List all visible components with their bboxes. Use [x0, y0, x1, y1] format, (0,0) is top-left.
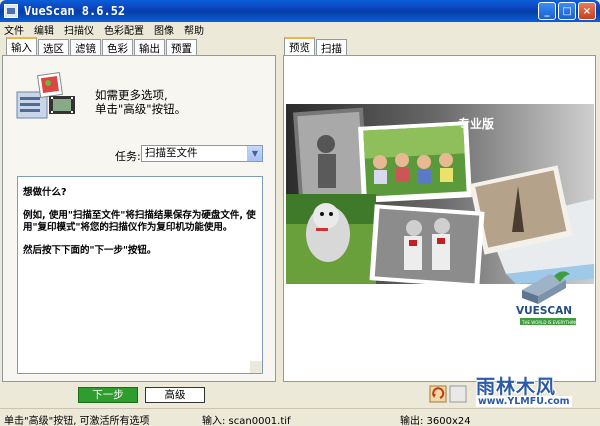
left-tab-strip: 输入 选区 滤镜 色彩 输出 预置 [6, 37, 198, 55]
edition-label: 专业版 [458, 116, 494, 131]
resize-grip [250, 361, 262, 373]
menu-image[interactable]: 图像 [154, 22, 174, 37]
menu-edit[interactable]: 编辑 [34, 22, 54, 37]
preview-panel: 专业版 VUESCAN THE WORLD IS EVERYTHING [283, 55, 596, 382]
task-select[interactable]: 扫描至文件 ▼ [141, 145, 263, 162]
help-paragraph-3: 然后按下下面的"下一步"按钮。 [23, 245, 157, 256]
maximize-button[interactable]: □ [558, 2, 576, 20]
title-bar: VueScan 8.6.52 _ □ × [0, 0, 600, 22]
right-tab-strip: 预览 扫描 [284, 37, 348, 55]
chevron-down-icon[interactable]: ▼ [247, 146, 262, 161]
minimize-button[interactable]: _ [538, 2, 556, 20]
advanced-hint: 如需更多选项, 单击"高级"按钮。 [95, 88, 265, 116]
options-panel: 如需更多选项, 单击"高级"按钮。 任务: 扫描至文件 ▼ 想做什么? 例如, … [2, 55, 276, 382]
tab-color[interactable]: 色彩 [102, 39, 133, 55]
window-controls: _ □ × [538, 2, 596, 20]
window-title: VueScan 8.6.52 [24, 4, 126, 18]
help-paragraph-2: 例如, 使用"扫描至文件"将扫描结果保存为硬盘文件, 使用"复印模式"将您的扫描… [23, 210, 256, 233]
menu-scanner[interactable]: 扫描仪 [64, 22, 94, 37]
menu-bar: 文件 编辑 扫描仪 色彩配置 图像 帮助 [0, 22, 600, 37]
rotate-icon[interactable] [428, 384, 468, 406]
tab-scan[interactable]: 扫描 [316, 39, 347, 55]
logo-tagline: THE WORLD IS EVERYTHING [521, 320, 578, 325]
tab-crop[interactable]: 选区 [38, 39, 69, 55]
hint-line-2: 单击"高级"按钮。 [95, 102, 187, 116]
tab-filter[interactable]: 滤镜 [70, 39, 101, 55]
status-output: 输出: 3600x24 [400, 416, 471, 426]
help-text-box: 想做什么? 例如, 使用"扫描至文件"将扫描结果保存为硬盘文件, 使用"复印模式… [17, 176, 263, 374]
tab-output[interactable]: 输出 [134, 39, 165, 55]
tab-prefs[interactable]: 预置 [166, 39, 197, 55]
menu-help[interactable]: 帮助 [184, 22, 204, 37]
watermark-url: www.YLMFU.com [476, 396, 572, 407]
status-hint: 单击"高级"按钮, 可激活所有选项 [4, 416, 150, 426]
tab-preview[interactable]: 预览 [284, 37, 315, 55]
app-icon[interactable] [4, 4, 18, 18]
close-button[interactable]: × [578, 2, 596, 20]
menu-file[interactable]: 文件 [4, 22, 24, 37]
splash-image: 专业版 [286, 104, 594, 284]
menu-color-profile[interactable]: 色彩配置 [104, 22, 144, 37]
advanced-button[interactable]: 高级 [145, 387, 205, 403]
watermark: 雨林木风 www.YLMFU.com [470, 372, 598, 412]
next-button[interactable]: 下一步 [78, 387, 138, 403]
vuescan-logo: VUESCAN THE WORLD IS EVERYTHING [516, 271, 578, 325]
scanner-photo-icon [16, 72, 75, 119]
hint-line-1: 如需更多选项, [95, 88, 168, 102]
help-paragraph-1: 想做什么? [23, 187, 67, 198]
task-label: 任务: [115, 150, 141, 163]
task-selected-value: 扫描至文件 [145, 147, 198, 159]
tab-input[interactable]: 输入 [6, 37, 37, 55]
status-input-file: 输入: scan0001.tif [202, 416, 291, 426]
logo-text: VUESCAN [516, 305, 572, 317]
watermark-title: 雨林木风 [476, 376, 557, 398]
